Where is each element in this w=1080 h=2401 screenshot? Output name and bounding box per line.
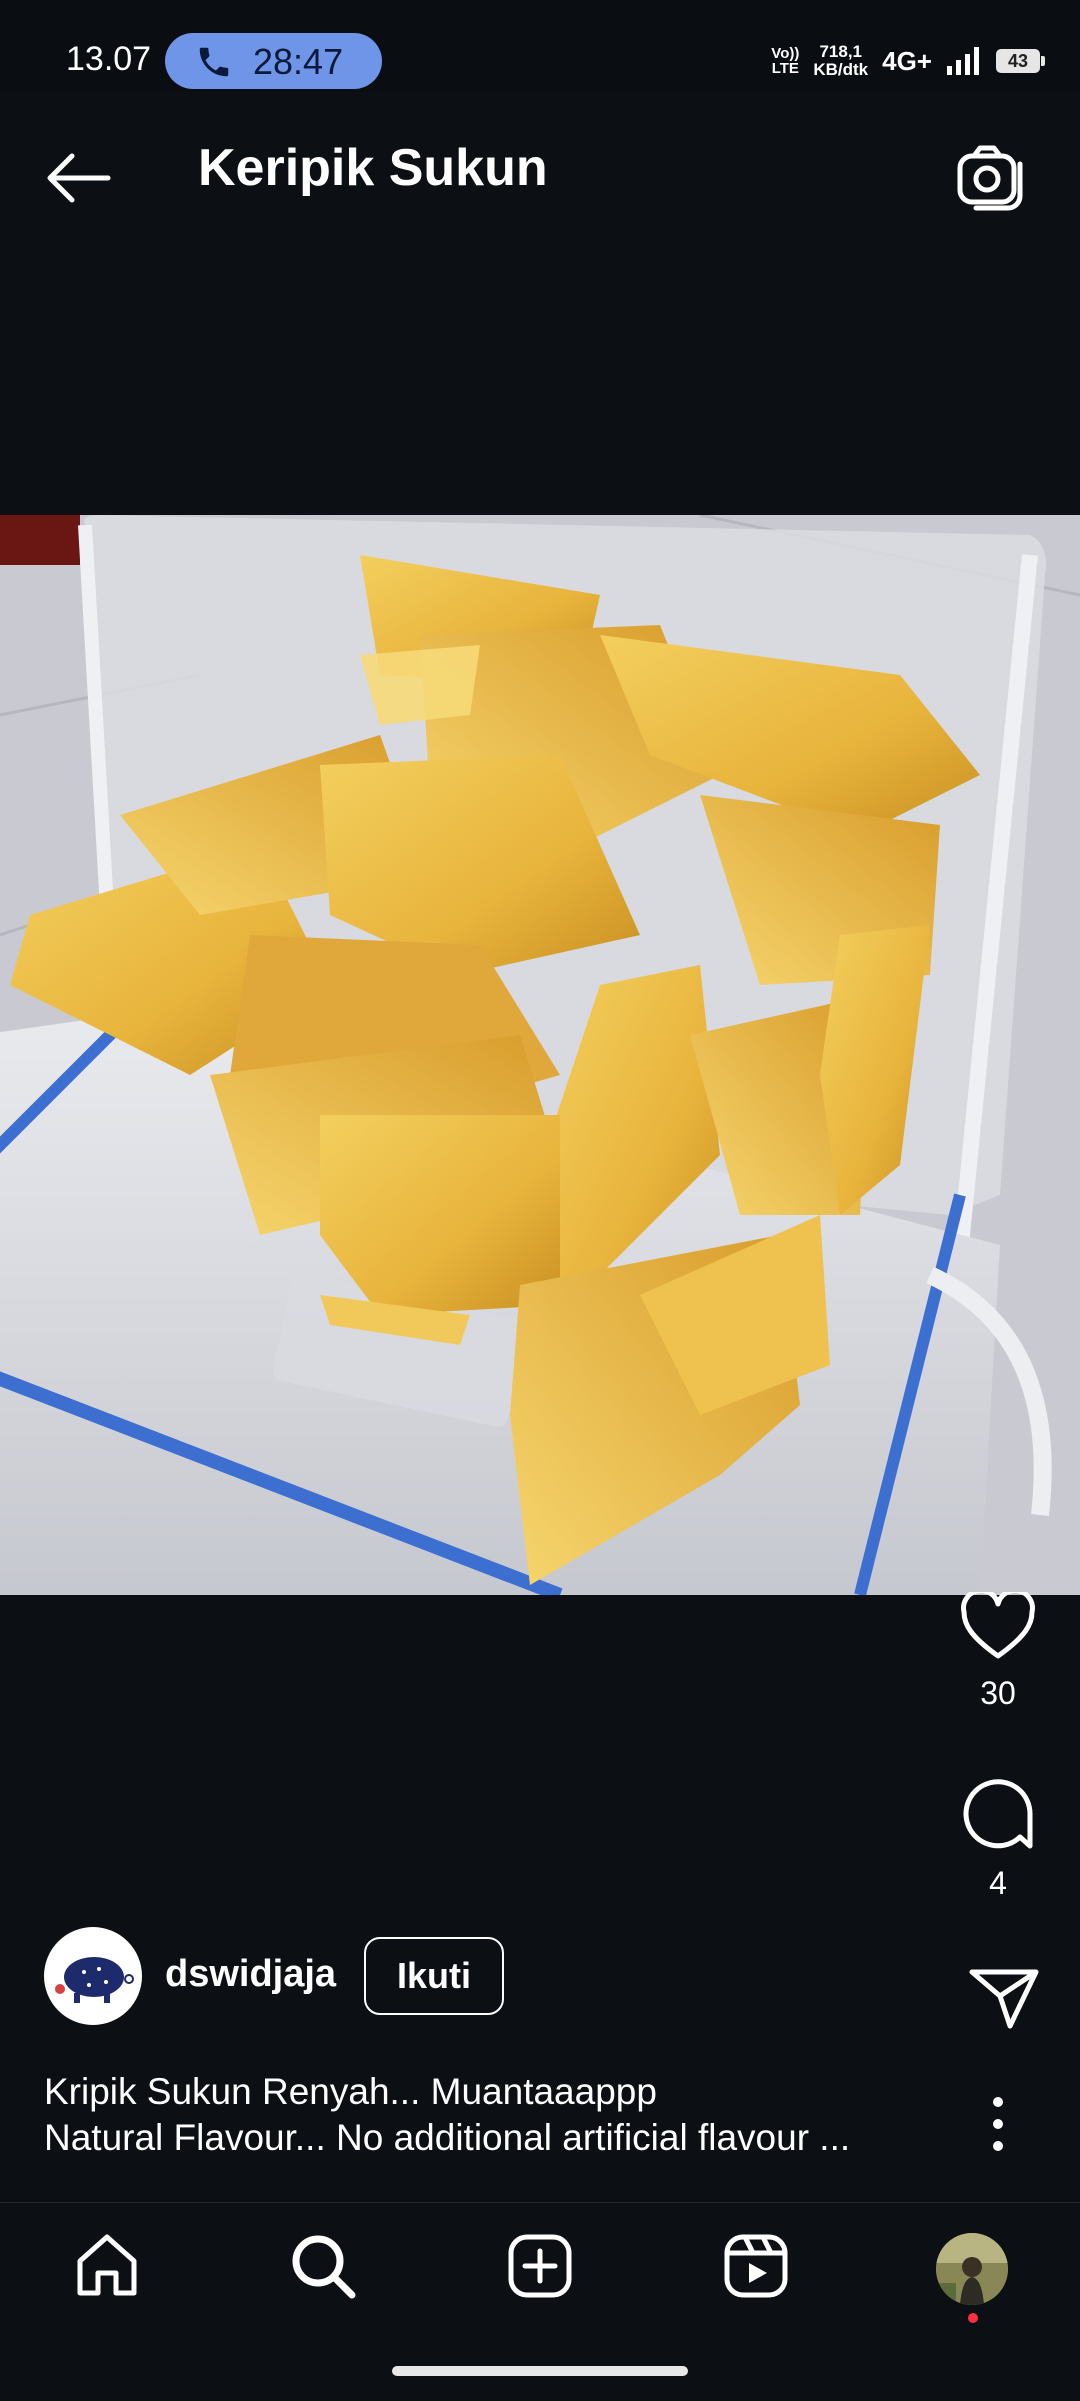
signal-icon	[947, 47, 979, 75]
caption-line-2: Natural Flavour... No additional artific…	[44, 2117, 851, 2158]
status-icons: Vo)) LTE 718,1 KB/dtk 4G+ 43	[771, 36, 1045, 86]
search-icon[interactable]	[288, 2231, 358, 2301]
home-indicator[interactable]	[392, 2366, 688, 2376]
caption-line-1: Kripik Sukun Renyah... Muantaaappp	[44, 2071, 657, 2112]
status-time: 13.07	[66, 40, 152, 78]
create-icon[interactable]	[505, 2231, 575, 2301]
more-options-icon[interactable]	[978, 2092, 1018, 2156]
comment-icon[interactable]	[960, 1776, 1036, 1852]
comment-action[interactable]: 4	[956, 1776, 1040, 1902]
pig-logo-icon	[55, 1957, 134, 2003]
post-caption[interactable]: Kripik Sukun Renyah... Muantaaappp Natur…	[44, 2069, 924, 2161]
ongoing-call-pill[interactable]: 28:47	[165, 33, 382, 89]
volte-indicator: Vo)) LTE	[771, 45, 800, 77]
reels-icon[interactable]	[721, 2231, 791, 2301]
top-bar: Keripik Sukun	[0, 92, 1080, 252]
network-speed: 718,1 KB/dtk	[813, 42, 869, 79]
network-type: 4G+	[882, 45, 932, 76]
author-avatar[interactable]	[44, 1927, 142, 2025]
camera-icon[interactable]	[956, 142, 1026, 212]
home-icon[interactable]	[72, 2231, 142, 2301]
post-image[interactable]	[0, 515, 1080, 1595]
comment-count: 4	[989, 1865, 1007, 1901]
status-bar: 13.07 28:47 Vo)) LTE 718,1 KB/dtk 4G+ 43	[0, 0, 1080, 92]
heart-icon[interactable]	[960, 1588, 1036, 1662]
profile-photo	[936, 2233, 1008, 2305]
like-count: 30	[980, 1675, 1016, 1711]
follow-button[interactable]: Ikuti	[364, 1937, 504, 2015]
page-title: Keripik Sukun	[198, 139, 548, 197]
breadfruit-chips-photo	[0, 515, 1080, 1595]
like-action[interactable]: 30	[956, 1588, 1040, 1712]
author-username[interactable]: dswidjaja	[165, 1953, 336, 1996]
profile-avatar[interactable]	[936, 2233, 1008, 2305]
arrow-left-icon[interactable]	[40, 148, 116, 208]
call-timer: 28:47	[253, 41, 344, 82]
battery-icon: 43	[996, 49, 1045, 73]
battery-level: 43	[1007, 51, 1029, 71]
share-icon[interactable]	[962, 1966, 1046, 2030]
phone-icon	[199, 47, 229, 77]
notification-dot	[968, 2313, 978, 2323]
